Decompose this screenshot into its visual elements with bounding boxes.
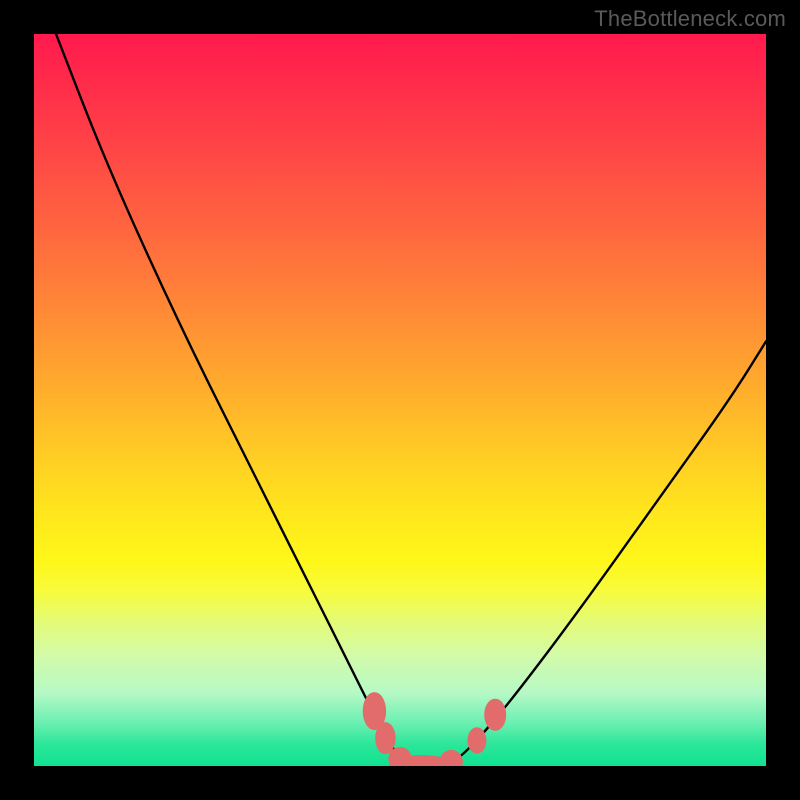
highlight-marker (484, 699, 506, 731)
highlight-marker (467, 727, 486, 753)
chart-svg (34, 34, 766, 766)
highlight-marker (440, 750, 463, 766)
highlight-markers (363, 692, 507, 766)
watermark-text: TheBottleneck.com (594, 6, 786, 32)
highlight-marker (375, 722, 395, 754)
bottleneck-curve-line (56, 34, 766, 766)
chart-plot-area (34, 34, 766, 766)
chart-frame: TheBottleneck.com (0, 0, 800, 800)
